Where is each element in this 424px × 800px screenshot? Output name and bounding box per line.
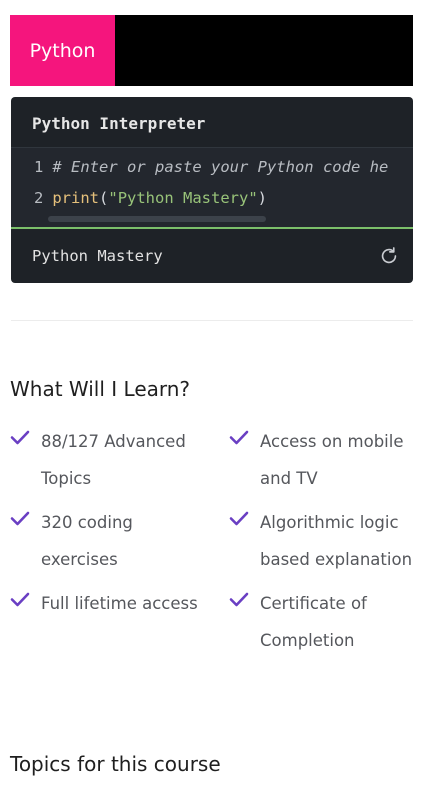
- section-divider: [11, 320, 413, 321]
- check-icon: [229, 592, 249, 607]
- learn-item: 88/127 Advanced Topics: [10, 423, 200, 497]
- refresh-icon[interactable]: [378, 245, 400, 267]
- learn-item-text: Certificate of Completion: [260, 594, 367, 650]
- learn-list-right: Access on mobile and TV Algorithmic logi…: [229, 423, 419, 666]
- learn-item-text: 320 coding exercises: [41, 513, 133, 569]
- check-icon: [10, 592, 30, 607]
- language-tab-bar: Python: [10, 15, 413, 86]
- code-editor[interactable]: 1 # Enter or paste your Python code he 2p…: [11, 148, 413, 227]
- tab-label: Python: [29, 39, 96, 62]
- code-string: "Python Mastery": [108, 189, 258, 207]
- learn-list-left: 88/127 Advanced Topics 320 coding exerci…: [10, 423, 200, 629]
- code-line-2: 2 print("Python Mastery"): [34, 189, 267, 207]
- learn-item: Full lifetime access: [10, 585, 200, 622]
- learn-item-text: Access on mobile and TV: [260, 432, 404, 488]
- code-comment: # Enter or paste your Python code he: [52, 158, 389, 176]
- topics-heading: Topics for this course: [10, 752, 221, 776]
- code-function: print: [52, 189, 100, 207]
- code-paren-close: ): [257, 189, 268, 207]
- learn-item-text: Full lifetime access: [41, 594, 198, 613]
- horizontal-scrollbar[interactable]: [48, 216, 266, 222]
- code-line-1: 1 # Enter or paste your Python code he: [34, 158, 388, 176]
- learn-item: Certificate of Completion: [229, 585, 419, 659]
- check-icon: [10, 511, 30, 526]
- learn-item-text: 88/127 Advanced Topics: [41, 432, 186, 488]
- learn-item: Algorithmic logic based explanation: [229, 504, 419, 578]
- output-text: Python Mastery: [32, 247, 163, 265]
- python-interpreter: Python Interpreter 1 # Enter or paste you…: [11, 97, 413, 283]
- learn-item: Access on mobile and TV: [229, 423, 419, 497]
- tab-python[interactable]: Python: [10, 15, 115, 86]
- learn-heading: What Will I Learn?: [10, 377, 191, 401]
- line-number: 1: [34, 158, 44, 176]
- check-icon: [229, 511, 249, 526]
- line-number: 2: [34, 189, 44, 207]
- learn-item-text: Algorithmic logic based explanation: [260, 513, 413, 569]
- check-icon: [229, 430, 249, 445]
- output-divider: [11, 227, 413, 229]
- code-paren-open: (: [99, 189, 109, 207]
- check-icon: [10, 430, 30, 445]
- learn-item: 320 coding exercises: [10, 504, 200, 578]
- interpreter-title: Python Interpreter: [32, 114, 206, 133]
